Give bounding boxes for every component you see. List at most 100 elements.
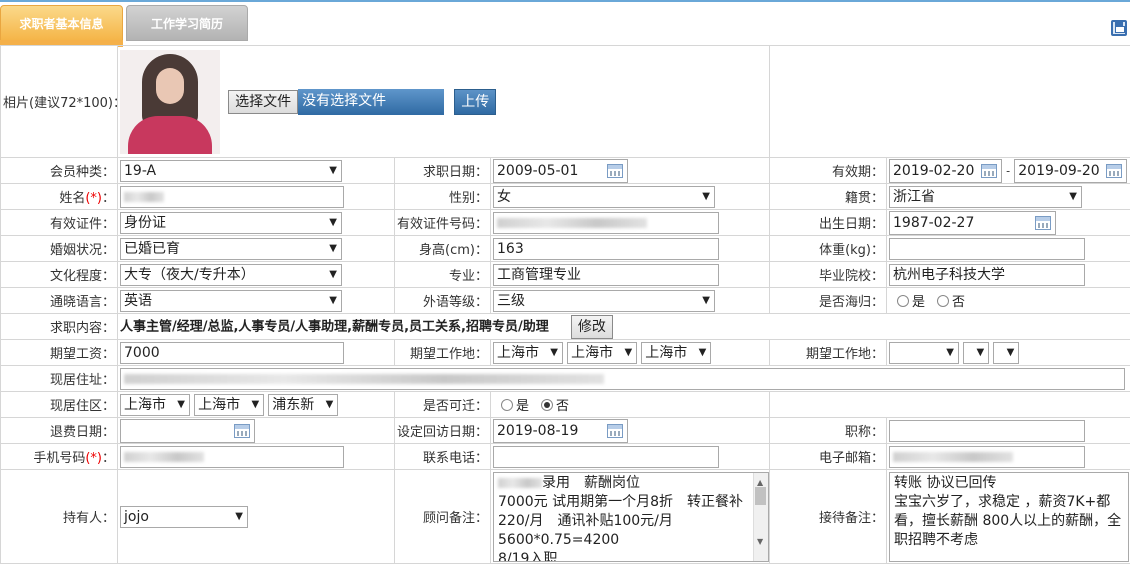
- language-value: 英语: [124, 292, 152, 309]
- top-bar: 求职者基本信息 工作学习简历: [0, 0, 1130, 47]
- id-type-value: 身份证: [124, 214, 166, 231]
- refund-date-input[interactable]: [120, 418, 255, 443]
- school-label: 毕业院校：: [769, 261, 887, 288]
- calendar-icon[interactable]: [234, 423, 250, 438]
- reception-note-textarea[interactable]: 转账 协议已回传 宝宝六岁了，求稳定 ，薪资7K+都看，擅长薪酬 800人以上的…: [889, 471, 1129, 562]
- chevron-down-icon: ▼: [702, 294, 710, 306]
- foreign-level-select[interactable]: 三级 ▼: [493, 289, 715, 312]
- chevron-down-icon: ▼: [329, 268, 337, 280]
- job-date-label: 求职日期：: [394, 157, 491, 184]
- current-area-label: 现居住区：: [0, 391, 118, 418]
- advisor-note-label: 顾问备注：: [394, 469, 491, 564]
- holder-select[interactable]: jojo ▼: [120, 505, 248, 528]
- name-input[interactable]: [120, 185, 344, 208]
- expected-location-label: 期望工作地：: [394, 339, 491, 366]
- email-input[interactable]: [889, 445, 1085, 468]
- relocatable-no-radio[interactable]: [541, 398, 554, 411]
- returnee-no-label: 否: [952, 295, 966, 310]
- weight-input[interactable]: [889, 237, 1085, 260]
- refund-date-label: 退费日期：: [0, 417, 118, 444]
- phone-input[interactable]: [493, 445, 719, 468]
- calendar-icon[interactable]: [1106, 163, 1123, 178]
- expected-salary-input[interactable]: 7000: [120, 341, 344, 364]
- chevron-down-icon: ▼: [946, 346, 954, 358]
- expected-location2-city-select[interactable]: ▼: [963, 341, 990, 364]
- revisit-date-value: 2019-08-19: [497, 422, 579, 439]
- native-place-select[interactable]: 浙江省 ▼: [889, 185, 1082, 208]
- foreign-level-value: 三级: [497, 292, 525, 309]
- chevron-down-icon: ▼: [235, 510, 243, 522]
- mobile-input[interactable]: [120, 445, 344, 468]
- job-content-value: 人事主管/经理/总监,人事专员/人事助理,薪酬专员,员工关系,招聘专员/助理: [120, 319, 549, 334]
- chevron-down-icon: ▼: [1069, 190, 1077, 202]
- major-label: 专业：: [394, 261, 491, 288]
- current-area-province-select[interactable]: 上海市 ▼: [120, 393, 190, 416]
- marital-label: 婚姻状况：: [0, 235, 118, 262]
- valid-to-input[interactable]: 2019-09-20: [1014, 158, 1128, 183]
- upload-button[interactable]: 上传: [454, 88, 497, 115]
- education-select[interactable]: 大专（夜大/专升本） ▼: [120, 263, 342, 286]
- advisor-note-textarea[interactable]: 录用 薪酬岗位 7000元 试用期第一个月8折 转正餐补220/月 通讯补贴10…: [493, 471, 769, 562]
- returnee-yes-label: 是: [912, 295, 926, 310]
- job-content-label: 求职内容：: [0, 313, 118, 340]
- language-select[interactable]: 英语 ▼: [120, 289, 342, 312]
- valid-to-value: 2019-09-20: [1018, 162, 1100, 179]
- chevron-down-icon: ▼: [976, 346, 985, 358]
- title-input[interactable]: [889, 419, 1085, 442]
- relocatable-yes-label: 是: [516, 399, 530, 414]
- current-area-district-select[interactable]: 浦东新 ▼: [268, 393, 339, 416]
- revisit-date-input[interactable]: 2019-08-19: [493, 418, 628, 443]
- holder-label: 持有人：: [0, 469, 118, 564]
- current-area-city-select[interactable]: 上海市 ▼: [194, 393, 265, 416]
- calendar-icon[interactable]: [981, 163, 997, 178]
- choose-file-button[interactable]: 选择文件: [228, 89, 299, 114]
- tab-basic-info[interactable]: 求职者基本信息: [0, 5, 123, 41]
- height-input[interactable]: 163: [493, 237, 719, 260]
- school-input[interactable]: 杭州电子科技大学: [889, 263, 1085, 286]
- calendar-icon[interactable]: [607, 163, 623, 178]
- tab-work-study-resume[interactable]: 工作学习简历: [126, 5, 248, 41]
- scrollbar[interactable]: [753, 472, 768, 561]
- chevron-down-icon: ▼: [329, 242, 337, 254]
- modify-button[interactable]: 修改: [570, 314, 613, 339]
- valid-period-label: 有效期：: [769, 157, 887, 184]
- chevron-down-icon: ▼: [329, 216, 337, 228]
- current-address-input[interactable]: [120, 367, 1125, 390]
- reception-note-label: 接待备注：: [769, 469, 887, 564]
- photo-empty-cell: [769, 45, 1130, 158]
- calendar-icon[interactable]: [1035, 215, 1051, 230]
- expected-location-province-select[interactable]: 上海市 ▼: [493, 341, 563, 364]
- returnee-no-radio[interactable]: [937, 294, 950, 307]
- gender-value: 女: [497, 188, 511, 205]
- job-date-input[interactable]: 2009-05-01: [493, 158, 628, 183]
- revisit-date-label: 设定回访日期：: [394, 417, 491, 444]
- id-type-select[interactable]: 身份证 ▼: [120, 211, 342, 234]
- gender-select[interactable]: 女 ▼: [493, 185, 715, 208]
- scrollbar-thumb[interactable]: [755, 486, 766, 505]
- relocatable-yes-radio[interactable]: [501, 398, 513, 411]
- member-type-select[interactable]: 19-A ▼: [120, 159, 342, 182]
- foreign-level-label: 外语等级：: [394, 287, 491, 314]
- major-input[interactable]: 工商管理专业: [493, 263, 719, 286]
- chevron-down-icon: ▼: [177, 398, 185, 410]
- member-type-value: 19-A: [124, 162, 157, 179]
- height-label: 身高(cm)：: [394, 235, 491, 262]
- expected-location2-province-select[interactable]: ▼: [889, 341, 959, 364]
- valid-from-input[interactable]: 2019-02-20: [889, 158, 1002, 183]
- calendar-icon[interactable]: [607, 423, 623, 438]
- marital-select[interactable]: 已婚已育 ▼: [120, 237, 342, 260]
- reception-note-line: 转账 协议已回传: [894, 474, 997, 491]
- birth-date-value: 1987-02-27: [893, 214, 975, 231]
- returnee-yes-radio[interactable]: [897, 294, 909, 307]
- chevron-down-icon: ▼: [624, 346, 633, 358]
- id-number-input[interactable]: [493, 211, 719, 234]
- expected-location-district-select[interactable]: 上海市 ▼: [641, 341, 712, 364]
- chevron-down-icon: ▼: [329, 294, 337, 306]
- expected-location-city-select[interactable]: 上海市 ▼: [567, 341, 638, 364]
- chevron-down-icon: ▼: [550, 346, 558, 358]
- save-icon[interactable]: [1111, 20, 1127, 36]
- advisor-note-line: 录用 薪酬岗位: [498, 474, 750, 493]
- expected-location2-district-select[interactable]: ▼: [993, 341, 1020, 364]
- required-mark: (*): [85, 191, 102, 206]
- birth-date-input[interactable]: 1987-02-27: [889, 210, 1056, 235]
